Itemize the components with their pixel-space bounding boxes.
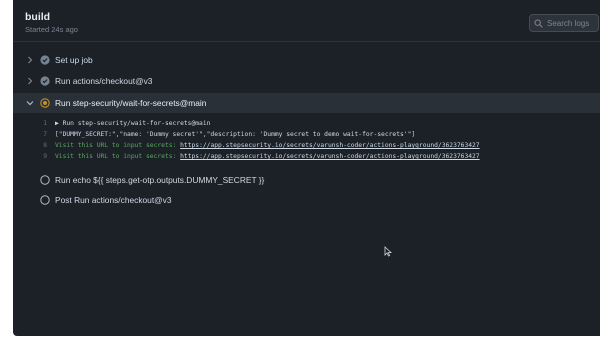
step-label: Run step-security/wait-for-secrets@main	[55, 98, 207, 108]
log-line: 9 Visit this URL to input secrets: https…	[13, 152, 600, 162]
job-started-time: Started 24s ago	[25, 25, 78, 34]
success-check-icon	[40, 76, 50, 86]
in-progress-icon	[40, 98, 50, 108]
log-line-number: 9	[43, 153, 47, 160]
log-line-number: 8	[43, 142, 47, 149]
search-icon	[534, 18, 543, 28]
search-logs-box[interactable]	[529, 14, 600, 32]
secrets-url-link[interactable]: https://app.stepsecurity.io/secrets/varu…	[180, 153, 480, 160]
chevron-right-icon	[28, 77, 33, 85]
step-post-checkout[interactable]: Post Run actions/checkout@v3	[13, 191, 600, 209]
step-label: Run echo ${{ steps.get-otp.outputs.DUMMY…	[55, 175, 265, 185]
log-line-text: Visit this URL to input secrets: https:/…	[55, 142, 480, 149]
job-title: build	[25, 11, 51, 23]
log-line-number: 7	[43, 131, 47, 138]
step-label: Run actions/checkout@v3	[55, 76, 153, 86]
pending-circle-icon	[40, 175, 50, 185]
log-line-number: 1	[43, 120, 47, 127]
step-wait-for-secrets[interactable]: Run step-security/wait-for-secrets@main	[13, 93, 600, 113]
step-checkout[interactable]: Run actions/checkout@v3	[13, 71, 600, 91]
pending-circle-icon	[40, 195, 50, 205]
chevron-down-icon	[26, 101, 34, 106]
log-line-prefix: Visit this URL to input secrets:	[55, 142, 181, 149]
log-line-text: Visit this URL to input secrets: https:/…	[55, 153, 480, 160]
success-check-icon	[40, 55, 50, 65]
step-label: Post Run actions/checkout@v3	[55, 195, 172, 205]
log-line-prefix: Visit this URL to input secrets:	[55, 153, 181, 160]
step-label: Set up job	[55, 55, 93, 65]
log-line: 8 Visit this URL to input secrets: https…	[13, 141, 600, 151]
step-run-echo[interactable]: Run echo ${{ steps.get-otp.outputs.DUMMY…	[13, 171, 600, 189]
job-header: build Started 24s ago	[13, 0, 600, 42]
log-line: 7 ["DUMMY_SECRET:","name: 'Dummy secret'…	[13, 130, 600, 140]
chevron-right-icon	[28, 56, 33, 64]
job-log-panel: build Started 24s ago Set up job Run	[13, 0, 600, 336]
mouse-cursor-icon	[384, 246, 392, 257]
log-line-text[interactable]: ▶ Run step-security/wait-for-secrets@mai…	[55, 120, 210, 127]
log-line-text: ["DUMMY_SECRET:","name: 'Dummy secret'",…	[55, 131, 416, 138]
log-line: 1 ▶ Run step-security/wait-for-secrets@m…	[13, 119, 600, 129]
secrets-url-link[interactable]: https://app.stepsecurity.io/secrets/varu…	[180, 142, 480, 149]
search-logs-input[interactable]	[547, 18, 600, 28]
step-set-up-job[interactable]: Set up job	[13, 50, 600, 70]
